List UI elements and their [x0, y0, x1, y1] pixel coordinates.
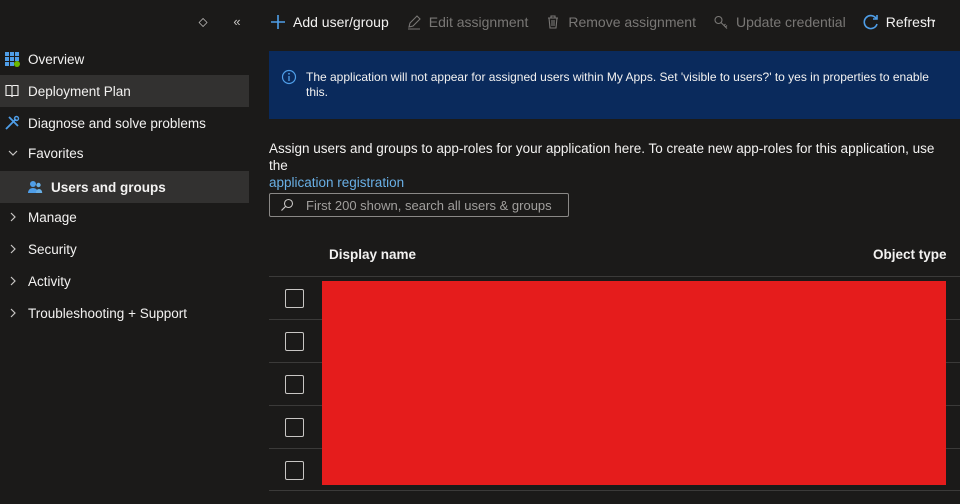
command-bar: Add user/group Edit assignment Remove as… [269, 0, 960, 44]
sidebar-item-troubleshooting[interactable]: Troubleshooting + Support [0, 297, 249, 329]
chevron-right-icon [8, 308, 18, 318]
overview-grid-icon [4, 51, 20, 67]
search-icon [280, 198, 294, 212]
sidebar-item-label: Users and groups [51, 179, 166, 195]
column-header-display-name[interactable]: Display name [329, 247, 416, 262]
row-checkbox[interactable] [285, 375, 304, 394]
description-text: Assign users and groups to app-roles for… [269, 141, 935, 173]
info-icon [281, 69, 297, 85]
sidebar-item-favorites[interactable]: Favorites [0, 137, 249, 169]
sidebar-item-activity[interactable]: Activity [0, 265, 249, 297]
collapse-sort-icon[interactable]: ⬦ [194, 13, 212, 31]
sidebar-item-label: Troubleshooting + Support [28, 305, 187, 321]
update-credential-button[interactable]: Update credential [712, 13, 846, 31]
page-description: Assign users and groups to app-roles for… [269, 140, 949, 191]
pencil-icon [405, 13, 423, 31]
chevron-right-icon [8, 212, 18, 222]
sidebar-nav: ⬦ « Overview Deployment Plan Diagnose an… [0, 0, 249, 504]
info-banner: The application will not appear for assi… [269, 51, 960, 119]
users-icon [27, 179, 43, 195]
sidebar-item-label: Favorites [28, 145, 84, 161]
double-chevron-left-icon[interactable]: « [228, 13, 246, 31]
refresh-icon [862, 13, 880, 31]
book-icon [4, 83, 20, 99]
sidebar-item-label: Activity [28, 273, 71, 289]
column-header-object-type[interactable]: Object type [873, 247, 947, 262]
row-checkbox[interactable] [285, 461, 304, 480]
add-user-group-button[interactable]: Add user/group [269, 13, 389, 31]
app-root: ⬦ « Overview Deployment Plan Diagnose an… [0, 0, 960, 504]
edit-assignment-button[interactable]: Edit assignment [405, 13, 528, 31]
sidebar-item-security[interactable]: Security [0, 233, 249, 265]
row-checkbox[interactable] [285, 418, 304, 437]
more-options-icon[interactable]: ··· [919, 12, 938, 30]
trash-icon [544, 13, 562, 31]
remove-assignment-button[interactable]: Remove assignment [544, 13, 696, 31]
redacted-content-block [322, 281, 946, 485]
banner-text: The application will not appear for assi… [306, 70, 929, 99]
sidebar-item-label: Security [28, 241, 77, 257]
key-icon [712, 13, 730, 31]
application-registration-link[interactable]: application registration [269, 175, 404, 190]
sidebar-item-diagnose[interactable]: Diagnose and solve problems [0, 107, 249, 139]
row-checkbox[interactable] [285, 289, 304, 308]
sidebar-item-manage[interactable]: Manage [0, 201, 249, 233]
chevron-down-icon [8, 148, 18, 158]
chevron-right-icon [8, 244, 18, 254]
search-box [269, 193, 569, 217]
row-checkbox[interactable] [285, 332, 304, 351]
sidebar-item-deployment-plan[interactable]: Deployment Plan [0, 75, 249, 107]
sidebar-item-overview[interactable]: Overview [0, 43, 249, 75]
sidebar-item-label: Diagnose and solve problems [28, 115, 206, 131]
sidebar-item-label: Overview [28, 51, 85, 67]
sidebar-item-label: Manage [28, 209, 77, 225]
sidebar-item-label: Deployment Plan [28, 83, 131, 99]
sidebar-item-users-and-groups[interactable]: Users and groups [0, 171, 249, 203]
plus-icon [269, 13, 287, 31]
wrench-icon [4, 115, 20, 131]
chevron-right-icon [8, 276, 18, 286]
search-input[interactable] [306, 197, 568, 213]
